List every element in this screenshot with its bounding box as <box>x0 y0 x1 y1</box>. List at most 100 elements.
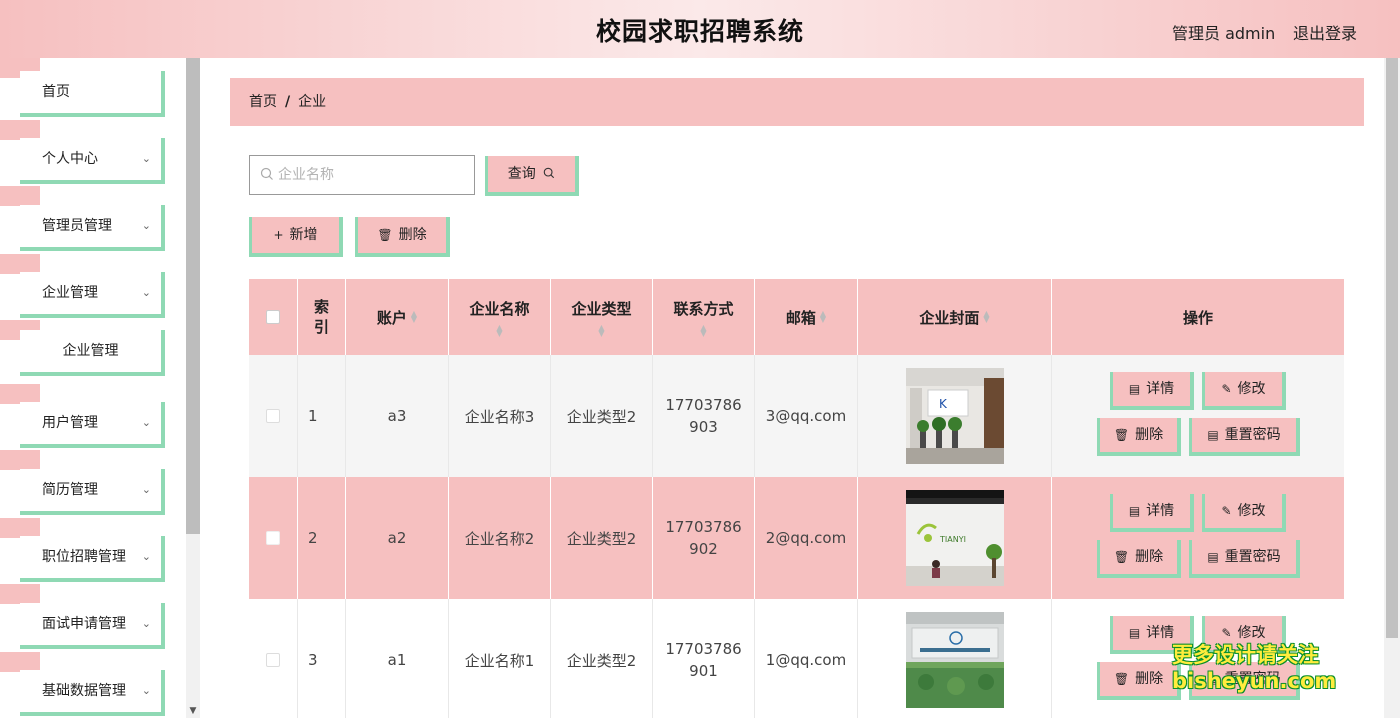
sidebar-item-resume-management[interactable]: 简历管理 ⌄ <box>0 469 165 535</box>
chevron-down-icon: ⌄ <box>141 483 151 496</box>
reset-password-button[interactable]: ▤ 重置密码 <box>1189 540 1300 578</box>
add-button[interactable]: + 新增 <box>249 217 343 257</box>
contact-line: 902 <box>689 540 718 558</box>
logout-link[interactable]: 退出登录 <box>1293 20 1357 44</box>
sidebar-item-basic-data-management[interactable]: 基础数据管理 ⌄ <box>0 670 165 718</box>
trash-icon: 🗑 <box>1113 550 1130 564</box>
sidebar-item-personal-center[interactable]: 个人中心 ⌄ <box>0 138 165 204</box>
row-select-cell <box>249 355 298 477</box>
header-company-type[interactable]: 企业类型 ▲ ▼ <box>551 279 653 355</box>
sidebar-item-home[interactable]: 首页 <box>0 71 165 137</box>
company-type-cell: 企业类型2 <box>551 477 653 599</box>
edit-button[interactable]: ✎ 修改 <box>1202 494 1286 532</box>
row-checkbox[interactable] <box>266 653 280 667</box>
trash-icon: 🗑 <box>1113 428 1130 442</box>
main-scrollbar-thumb[interactable] <box>1386 58 1398 638</box>
index-cell: 1 <box>298 355 346 477</box>
delete-label: 删除 <box>1135 427 1164 443</box>
header-company-name[interactable]: 企业名称 ▲ ▼ <box>449 279 551 355</box>
sidebar-item-user-management[interactable]: 用户管理 ⌄ <box>0 402 165 468</box>
watermark-line: 更多设计请关注 <box>1172 643 1319 667</box>
sidebar-scrollbar-thumb[interactable] <box>186 58 200 534</box>
delete-button[interactable]: 🗑 删除 <box>1097 418 1181 456</box>
header-email[interactable]: 邮箱 ▲ ▼ <box>755 279 858 355</box>
scroll-down-arrow-icon[interactable]: ▼ <box>188 706 198 716</box>
company-cover-image[interactable] <box>905 612 1004 708</box>
search-input[interactable] <box>278 164 468 186</box>
sort-icon[interactable]: ▲ ▼ <box>700 323 706 337</box>
sidebar-item-admin-management[interactable]: 管理员管理 ⌄ <box>0 205 165 271</box>
sidebar-item-label: 用户管理 <box>42 415 98 431</box>
header-index-label: 索引 <box>313 298 329 336</box>
contact-line: 903 <box>689 418 718 436</box>
header-cover-label: 企业封面 <box>919 308 980 327</box>
index-cell: 3 <box>298 599 346 718</box>
breadcrumb-home[interactable]: 首页 <box>249 94 277 110</box>
sidebar-item-label: 企业管理 <box>62 343 119 359</box>
menu-accent <box>0 384 40 404</box>
sidebar-item-label: 管理员管理 <box>42 218 112 234</box>
sidebar-item-label: 面试申请管理 <box>42 616 126 632</box>
delete-button[interactable]: 🗑 删除 <box>1097 540 1181 578</box>
menu-accent <box>0 254 40 274</box>
bulk-delete-button[interactable]: 🗑 删除 <box>355 217 450 257</box>
header-cover[interactable]: 企业封面 ▲ ▼ <box>858 279 1052 355</box>
company-cover-image[interactable]: K <box>905 368 1004 464</box>
sort-icon[interactable]: ▲ ▼ <box>820 310 826 324</box>
watermark-line: bisheyun.com <box>1172 669 1337 693</box>
sidebar-subitem-company-management[interactable]: 企业管理 <box>0 330 165 396</box>
menu-accent <box>0 652 40 672</box>
query-button[interactable]: 查询 <box>485 156 579 196</box>
sort-icon[interactable]: ▲ ▼ <box>983 310 989 324</box>
main-scrollbar[interactable] <box>1384 58 1400 718</box>
detail-button[interactable]: ▤ 详情 <box>1110 494 1194 532</box>
select-all-checkbox[interactable] <box>266 310 280 324</box>
header-contact[interactable]: 联系方式 ▲ ▼ <box>653 279 755 355</box>
email-cell: 2@qq.com <box>755 477 858 599</box>
query-button-label: 查询 <box>507 166 536 182</box>
header-select-all[interactable] <box>249 279 298 355</box>
pencil-icon: ✎ <box>1221 504 1232 518</box>
breadcrumb: 首页 / 企业 <box>230 78 1364 126</box>
contact-cell: 17703786 903 <box>653 355 755 477</box>
sort-icon[interactable]: ▲ ▼ <box>496 323 502 337</box>
header-account[interactable]: 账户 ▲ ▼ <box>346 279 449 355</box>
header-actions-label: 操作 <box>1182 308 1213 327</box>
header-actions: 操作 <box>1052 279 1344 355</box>
document-icon: ▤ <box>1207 550 1219 564</box>
edit-button[interactable]: ✎ 修改 <box>1202 372 1286 410</box>
edit-label: 修改 <box>1237 503 1266 519</box>
row-select-cell <box>249 477 298 599</box>
delete-button[interactable]: 🗑 删除 <box>1097 662 1181 700</box>
chevron-down-icon: ⌄ <box>141 219 151 232</box>
menu-accent <box>0 584 40 604</box>
sidebar-item-job-management[interactable]: 职位招聘管理 ⌄ <box>0 536 165 602</box>
site-watermark: 更多设计请关注 bisheyun.com <box>1172 642 1352 694</box>
trash-icon: 🗑 <box>377 228 393 242</box>
row-checkbox[interactable] <box>266 531 280 545</box>
account-cell: a2 <box>346 477 449 599</box>
menu-accent <box>0 450 40 470</box>
account-cell: a3 <box>346 355 449 477</box>
menu-accent <box>0 120 40 140</box>
add-button-label: 新增 <box>289 227 318 243</box>
reset-password-button[interactable]: ▤ 重置密码 <box>1189 418 1300 456</box>
sidebar-item-company-management[interactable]: 企业管理 ⌄ <box>0 272 165 338</box>
header-company-name-label: 企业名称 <box>469 299 530 318</box>
row-checkbox[interactable] <box>266 409 280 423</box>
sort-icon[interactable]: ▲ ▼ <box>598 323 604 337</box>
search-field[interactable] <box>249 155 475 195</box>
header-account-label: 账户 <box>376 308 407 327</box>
actions-cell <box>1052 355 1344 477</box>
sidebar-scrollbar[interactable]: ▼ <box>186 58 200 718</box>
sidebar-item-interview-management[interactable]: 面试申请管理 ⌄ <box>0 603 165 669</box>
sort-icon[interactable]: ▲ ▼ <box>411 310 417 324</box>
admin-user-label: 管理员 admin <box>1172 24 1276 43</box>
account-cell: a1 <box>346 599 449 718</box>
detail-button[interactable]: ▤ 详情 <box>1110 372 1194 410</box>
contact-cell: 17703786 902 <box>653 477 755 599</box>
email-cell: 1@qq.com <box>755 599 858 718</box>
company-cover-image[interactable]: TIANYI <box>905 490 1004 586</box>
sidebar: 首页 个人中心 ⌄ 管理员管理 ⌄ 企业管理 ⌄ 企业管理 用户管理 ⌄ 简历管… <box>0 58 200 718</box>
sidebar-item-label: 基础数据管理 <box>42 683 126 699</box>
